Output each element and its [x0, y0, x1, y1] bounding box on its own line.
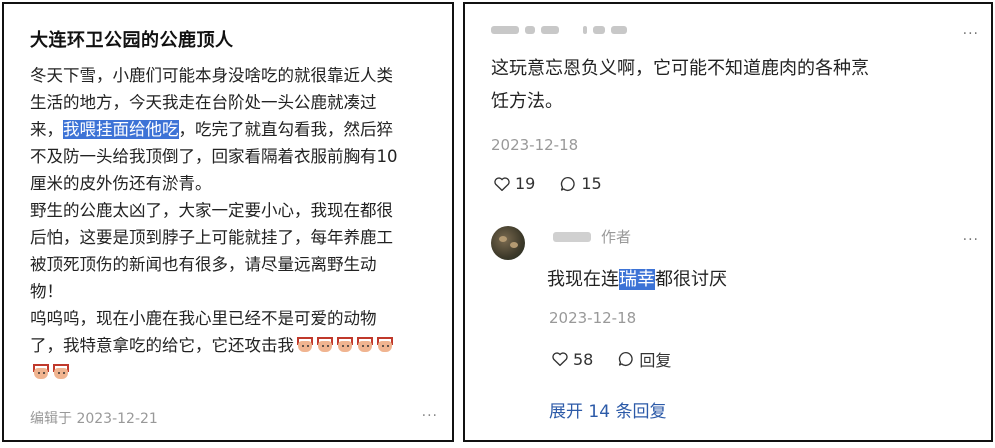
deer-face-icon	[32, 364, 50, 380]
post-line: 冬天下雪，小鹿们可能本身没啥吃的就很靠近人类	[30, 66, 393, 85]
reply-count: 15	[581, 174, 602, 193]
comment-line: 这玩意忘恩负义啊，它可能不知道鹿肉的各种烹	[491, 58, 869, 79]
reply-count-button[interactable]: 15	[559, 174, 602, 193]
post-line: 被顶死顶伤的新闻也有很多，请尽量远离野生动	[30, 255, 377, 274]
like-count: 58	[573, 349, 594, 369]
like-button[interactable]: 58	[551, 350, 593, 369]
post-line: 厘米的皮外伤还有淤青。	[30, 174, 212, 193]
edited-timestamp: 编辑于 2023-12-21	[30, 411, 158, 427]
post-line	[30, 359, 440, 386]
deer-face-icon	[376, 337, 394, 353]
highlighted-text[interactable]: 我喂挂面给他吃	[63, 120, 179, 139]
blurred-username	[553, 231, 591, 242]
post-panel: 大连环卫公园的公鹿顶人 冬天下雪，小鹿们可能本身没啥吃的就很靠近人类 生活的地方…	[2, 2, 454, 442]
comment-bubble-icon	[619, 351, 634, 367]
comment-text: 这玩意忘恩负义啊，它可能不知道鹿肉的各种烹 饪方法。	[491, 52, 971, 118]
like-count: 19	[515, 174, 536, 193]
deer-face-icon	[356, 337, 374, 353]
more-options-button[interactable]: ···	[422, 408, 438, 424]
post-title: 大连环卫公园的公鹿顶人	[30, 30, 234, 51]
heart-icon	[494, 176, 510, 191]
post-line: 物！	[30, 282, 63, 301]
reply-more-button[interactable]: ···	[963, 232, 979, 248]
like-button[interactable]: 19	[493, 174, 535, 193]
reply-author: 作者	[553, 226, 631, 247]
reply-text-part: 我现在连	[547, 269, 619, 290]
comment-bubble-icon	[561, 176, 576, 191]
avatar[interactable]	[491, 226, 525, 260]
post-body: 冬天下雪，小鹿们可能本身没啥吃的就很靠近人类 生活的地方，今天我走在台阶处一头公…	[30, 62, 440, 386]
deer-face-icon	[296, 337, 314, 353]
reply-text: 我现在连瑞幸都很讨厌	[547, 265, 727, 291]
post-line-text: 了，我特意拿吃的给它，它还攻击我	[30, 336, 294, 355]
post-line-text: ，吃完了就直勾看我，然后猝	[178, 120, 394, 139]
reply-text-part: 都很讨厌	[655, 269, 727, 290]
comment-date: 2023-12-18	[491, 136, 579, 154]
author-badge: 作者	[601, 228, 632, 246]
comments-panel: ··· 这玩意忘恩负义啊，它可能不知道鹿肉的各种烹 饪方法。 2023-12-1…	[463, 2, 993, 442]
post-line: 来，我喂挂面给他吃，吃完了就直勾看我，然后猝	[30, 116, 440, 143]
post-line: 后怕，这要是顶到脖子上可能就挂了，每年养鹿工	[30, 228, 393, 247]
reply-label: 回复	[639, 351, 672, 370]
comment-line: 饪方法。	[491, 91, 563, 112]
blurred-username	[491, 26, 627, 34]
reply-button[interactable]: 回复	[617, 347, 671, 371]
post-line: 野生的公鹿太凶了，大家一定要小心，我现在都很	[30, 201, 393, 220]
post-line: 生活的地方，今天我走在台阶处一头公鹿就凑过	[30, 93, 377, 112]
expand-replies-link[interactable]: 展开 14 条回复	[549, 397, 666, 422]
deer-face-icon	[52, 364, 70, 380]
comment-more-button[interactable]: ···	[963, 26, 979, 42]
post-line-text: 来，	[30, 120, 63, 139]
reply-actions: 58 回复	[551, 347, 671, 371]
deer-face-icon	[336, 337, 354, 353]
post-line: 了，我特意拿吃的给它，它还攻击我	[30, 332, 440, 359]
deer-face-icon	[316, 337, 334, 353]
comment-actions: 19 15	[493, 174, 602, 193]
highlighted-text[interactable]: 瑞幸	[619, 269, 655, 290]
post-line: 不及防一头给我顶倒了，回家看隔着衣服前胸有10	[30, 147, 398, 166]
reply-date: 2023-12-18	[549, 309, 637, 327]
heart-icon	[552, 352, 568, 367]
post-line: 呜呜呜，现在小鹿在我心里已经不是可爱的动物	[30, 309, 377, 328]
